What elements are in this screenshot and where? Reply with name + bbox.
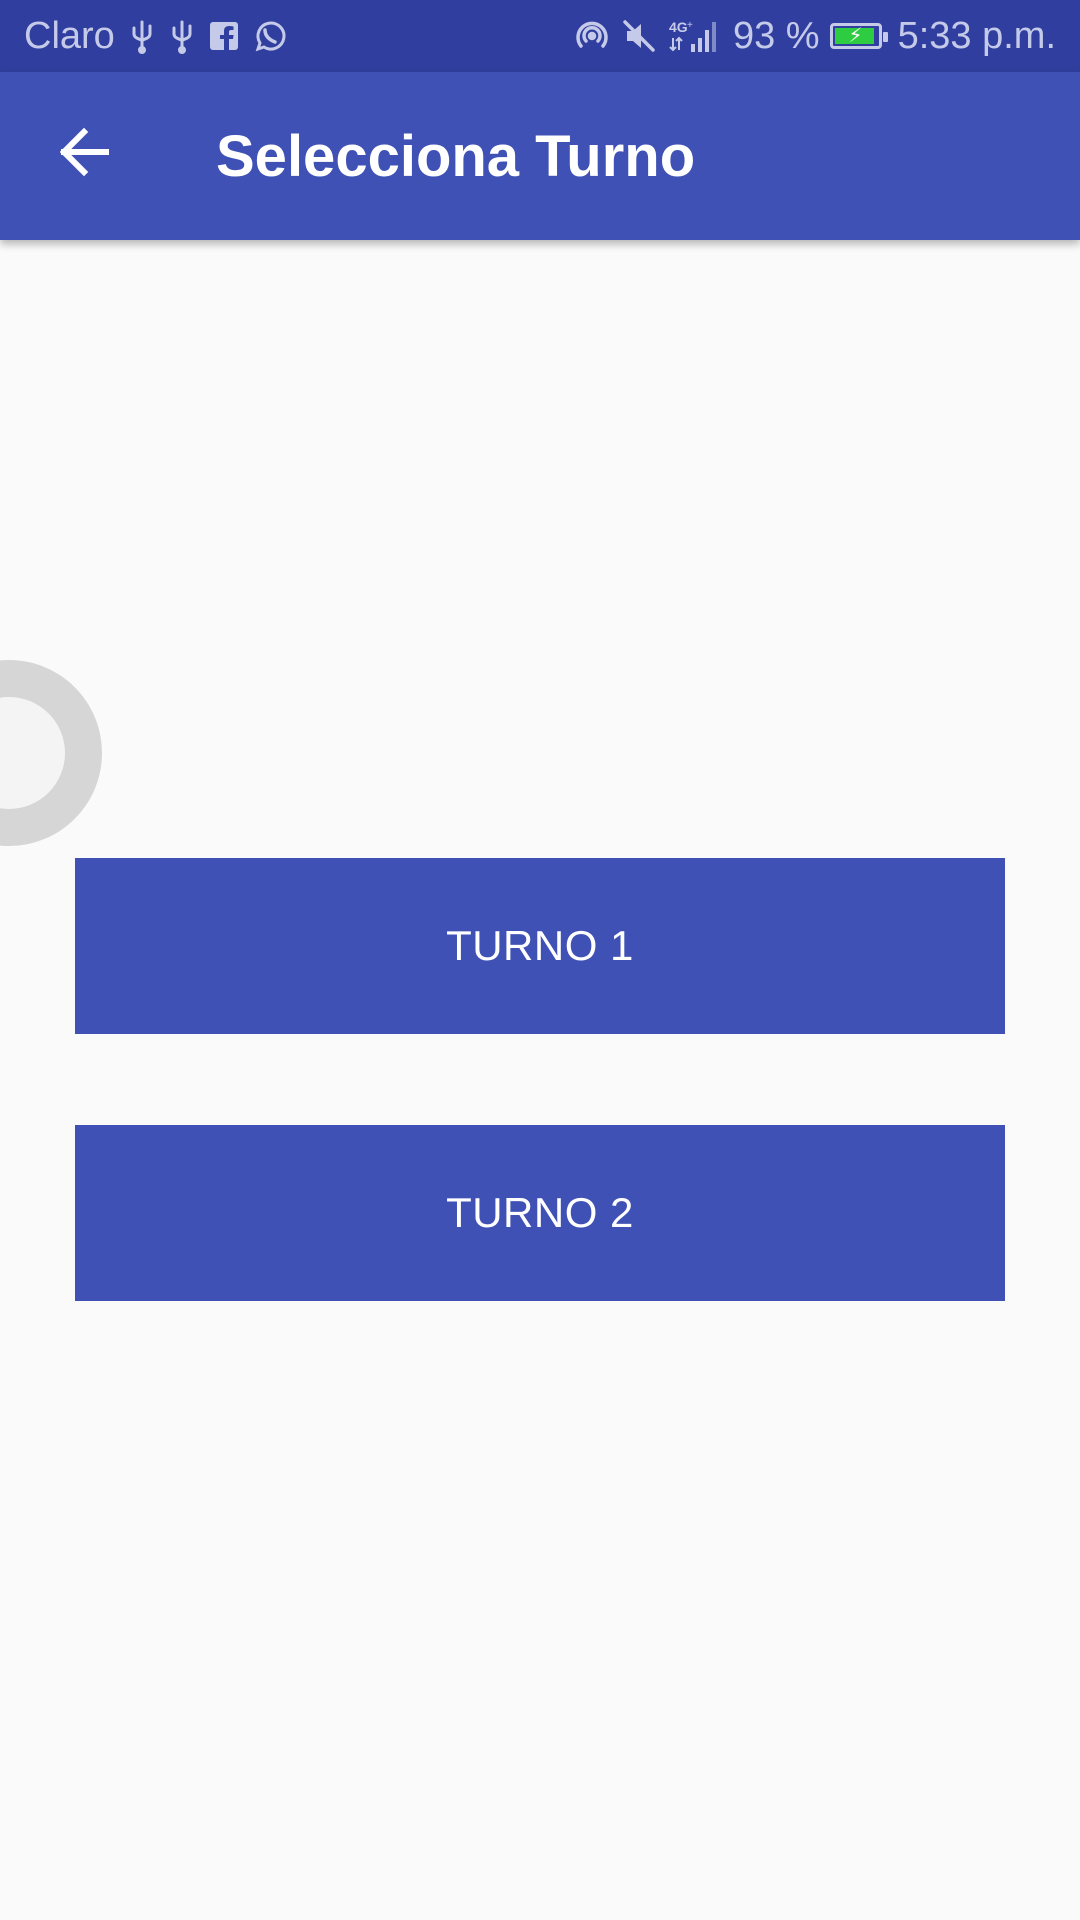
signal-icon: 4G + <box>667 16 723 56</box>
usb-icon <box>129 18 155 54</box>
whatsapp-icon <box>253 19 287 53</box>
carrier-label: Claro <box>24 14 115 57</box>
page-title: Selecciona Turno <box>216 124 696 189</box>
mute-icon <box>621 18 657 54</box>
svg-text:+: + <box>687 20 693 31</box>
loading-spinner-center <box>0 697 65 809</box>
usb-icon <box>169 18 195 54</box>
battery-percent-label: 93 % <box>732 14 820 57</box>
back-button[interactable] <box>44 112 124 192</box>
turno-1-button[interactable]: TURNO 1 <box>75 858 1005 1034</box>
battery-icon: ⚡ <box>829 23 888 49</box>
charging-bolt-icon: ⚡ <box>848 25 863 47</box>
status-bar: Claro 4G + 93 % ⚡ 5:33 p.m. <box>0 0 1080 72</box>
app-bar: Selecciona Turno <box>0 72 1080 240</box>
turno-2-button[interactable]: TURNO 2 <box>75 1125 1005 1301</box>
facebook-icon <box>209 21 239 51</box>
hotspot-icon <box>573 18 611 54</box>
clock-label: 5:33 p.m. <box>897 14 1056 57</box>
screen: Claro 4G + 93 % ⚡ 5:33 p.m. Selecciona T… <box>0 0 1080 1920</box>
loading-spinner <box>0 660 102 846</box>
arrow-back-icon <box>59 127 109 177</box>
status-bar-left: Claro <box>24 15 287 58</box>
status-bar-right: 4G + 93 % ⚡ 5:33 p.m. <box>573 15 1056 58</box>
network-type-label: 4G <box>669 19 688 35</box>
